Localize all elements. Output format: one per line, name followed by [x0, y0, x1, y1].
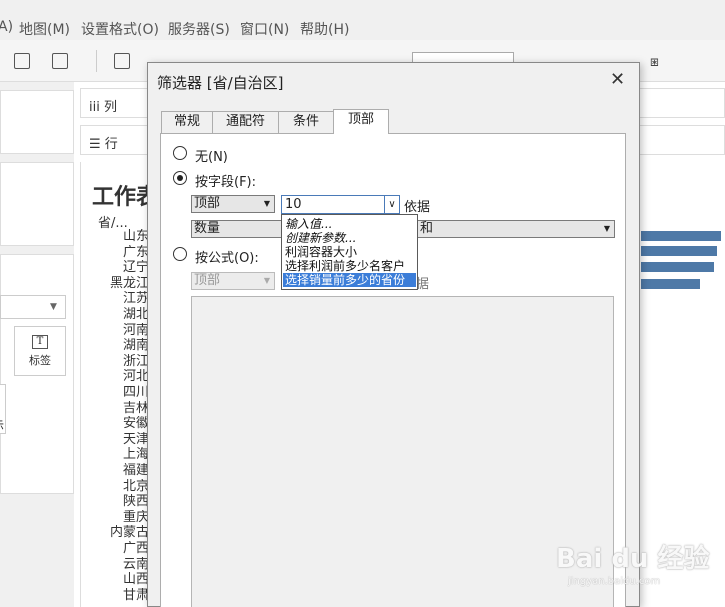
filters-panel [0, 162, 74, 246]
formula-top-bottom-select: 顶部 ▼ [191, 272, 275, 290]
by-label: 依据 [404, 200, 431, 215]
province-label: 湖南 [123, 338, 149, 354]
radio-none-label: 无(N) [195, 150, 228, 165]
province-label: 重庆 [123, 509, 149, 525]
top-bottom-select[interactable]: 顶部 ▼ [191, 195, 275, 213]
columns-shelf-label: iii 列 [89, 100, 117, 115]
province-label: 甘肃 [123, 587, 149, 603]
province-label: 黑龙江 [110, 275, 149, 291]
count-combo[interactable]: 10 ∨ [281, 195, 400, 214]
dropdown-item-top-provinces[interactable]: 选择销量前多少的省份 [283, 273, 416, 287]
dropdown-item-create-parameter[interactable]: 创建新参数... [283, 231, 416, 245]
close-icon[interactable]: ✕ [610, 69, 625, 90]
province-label: 河南 [123, 322, 149, 338]
tab-top[interactable]: 顶部 [333, 109, 389, 134]
chevron-down-icon[interactable]: ∨ [384, 196, 399, 213]
duplicate-sheet-icon[interactable] [14, 53, 30, 69]
chevron-down-icon: ▼ [263, 199, 270, 208]
chevron-down-icon: ▼ [50, 302, 57, 312]
label-button[interactable]: T 标签 [14, 326, 66, 376]
tooltip-button-text: 示 [0, 419, 4, 432]
tab-general[interactable]: 常规 [161, 111, 213, 133]
menu-item-analysis[interactable]: A) [0, 19, 13, 35]
province-label: 山西 [123, 572, 149, 588]
chevron-down-icon: ▼ [263, 276, 270, 285]
bar-mark[interactable] [641, 231, 721, 241]
bar-mark[interactable] [641, 246, 717, 256]
aggregate-value: 和 [420, 221, 434, 236]
menu-item-server[interactable]: 服务器(S) [168, 19, 230, 39]
province-label: 内蒙古 [110, 525, 149, 541]
filter-dialog: 筛选器 [省/自治区] ✕ 常规 通配符 条件 顶部 无(N) 按字段(F): … [147, 62, 640, 607]
swap-icon[interactable] [114, 53, 130, 69]
rows-shelf-label: ☰ 行 [89, 137, 118, 152]
top-tab-panel: 无(N) 按字段(F): 顶部 ▼ 10 ∨ 依据 数量 和 ▼ 按公式(O):… [160, 133, 626, 607]
province-label: 四川 [123, 385, 149, 400]
radio-none[interactable] [173, 146, 187, 160]
bar-mark[interactable] [641, 279, 700, 289]
province-label: 广西 [123, 541, 149, 556]
province-label: 云南 [123, 556, 149, 572]
pages-panel [0, 90, 74, 154]
province-label: 北京 [123, 478, 149, 494]
menu-item-format[interactable]: 设置格式(O) [81, 19, 159, 39]
dropdown-item-profit-bin-size[interactable]: 利润容器大小 [283, 245, 416, 259]
tab-condition[interactable]: 条件 [278, 111, 334, 133]
province-label: 上海 [123, 447, 149, 463]
province-label: 天津 [123, 431, 149, 447]
menu-bar: A) 地图(M) 设置格式(O) 服务器(S) 窗口(N) 帮助(H) [0, 0, 725, 40]
baidu-watermark-url: jingyan.baidu.com [568, 576, 661, 587]
dropdown-item-enter-value[interactable]: 输入值... [283, 217, 416, 231]
bar-mark[interactable] [641, 262, 714, 272]
radio-by-field[interactable] [173, 171, 187, 185]
formula-top-value: 顶部 [194, 273, 221, 288]
province-label: 陕西 [123, 494, 149, 510]
province-label: 吉林 [123, 400, 149, 416]
radio-by-formula-label: 按公式(O): [195, 251, 259, 266]
menu-item-help[interactable]: 帮助(H) [300, 19, 349, 39]
count-value: 10 [285, 197, 302, 212]
dropdown-item-top-customers[interactable]: 选择利润前多少名客户 [283, 259, 416, 273]
text-label-icon: T [32, 335, 48, 349]
radio-by-field-label: 按字段(F): [195, 175, 257, 190]
province-label: 辽宁 [123, 260, 149, 276]
label-button-text: 标签 [29, 354, 51, 367]
tab-wildcard[interactable]: 通配符 [212, 111, 279, 133]
province-label: 河北 [123, 369, 149, 385]
menu-item-window[interactable]: 窗口(N) [240, 19, 289, 39]
toolbar-separator [96, 50, 97, 72]
province-label: 江苏 [123, 291, 149, 307]
formula-editor [191, 296, 614, 607]
share-icon[interactable]: ⧆ [650, 54, 659, 70]
baidu-watermark: Bai du 经验 [556, 544, 710, 574]
radio-by-formula[interactable] [173, 247, 187, 261]
province-label: 山东 [123, 229, 149, 244]
tooltip-button[interactable]: 示 [0, 384, 6, 434]
top-bottom-value: 顶部 [194, 196, 221, 211]
chevron-down-icon: ▼ [603, 224, 610, 233]
dialog-title: 筛选器 [省/自治区] [157, 74, 284, 92]
province-label: 安徽 [123, 416, 149, 432]
province-label: 湖北 [123, 307, 149, 322]
count-dropdown-list: 输入值... 创建新参数... 利润容器大小 选择利润前多少名客户 选择销量前多… [281, 214, 418, 290]
field-value: 数量 [194, 221, 221, 236]
province-label: 浙江 [123, 353, 149, 369]
province-label: 广东 [123, 244, 149, 260]
clear-sheet-icon[interactable] [52, 53, 68, 69]
province-label: 福建 [123, 463, 149, 478]
menu-item-map[interactable]: 地图(M) [19, 19, 70, 39]
